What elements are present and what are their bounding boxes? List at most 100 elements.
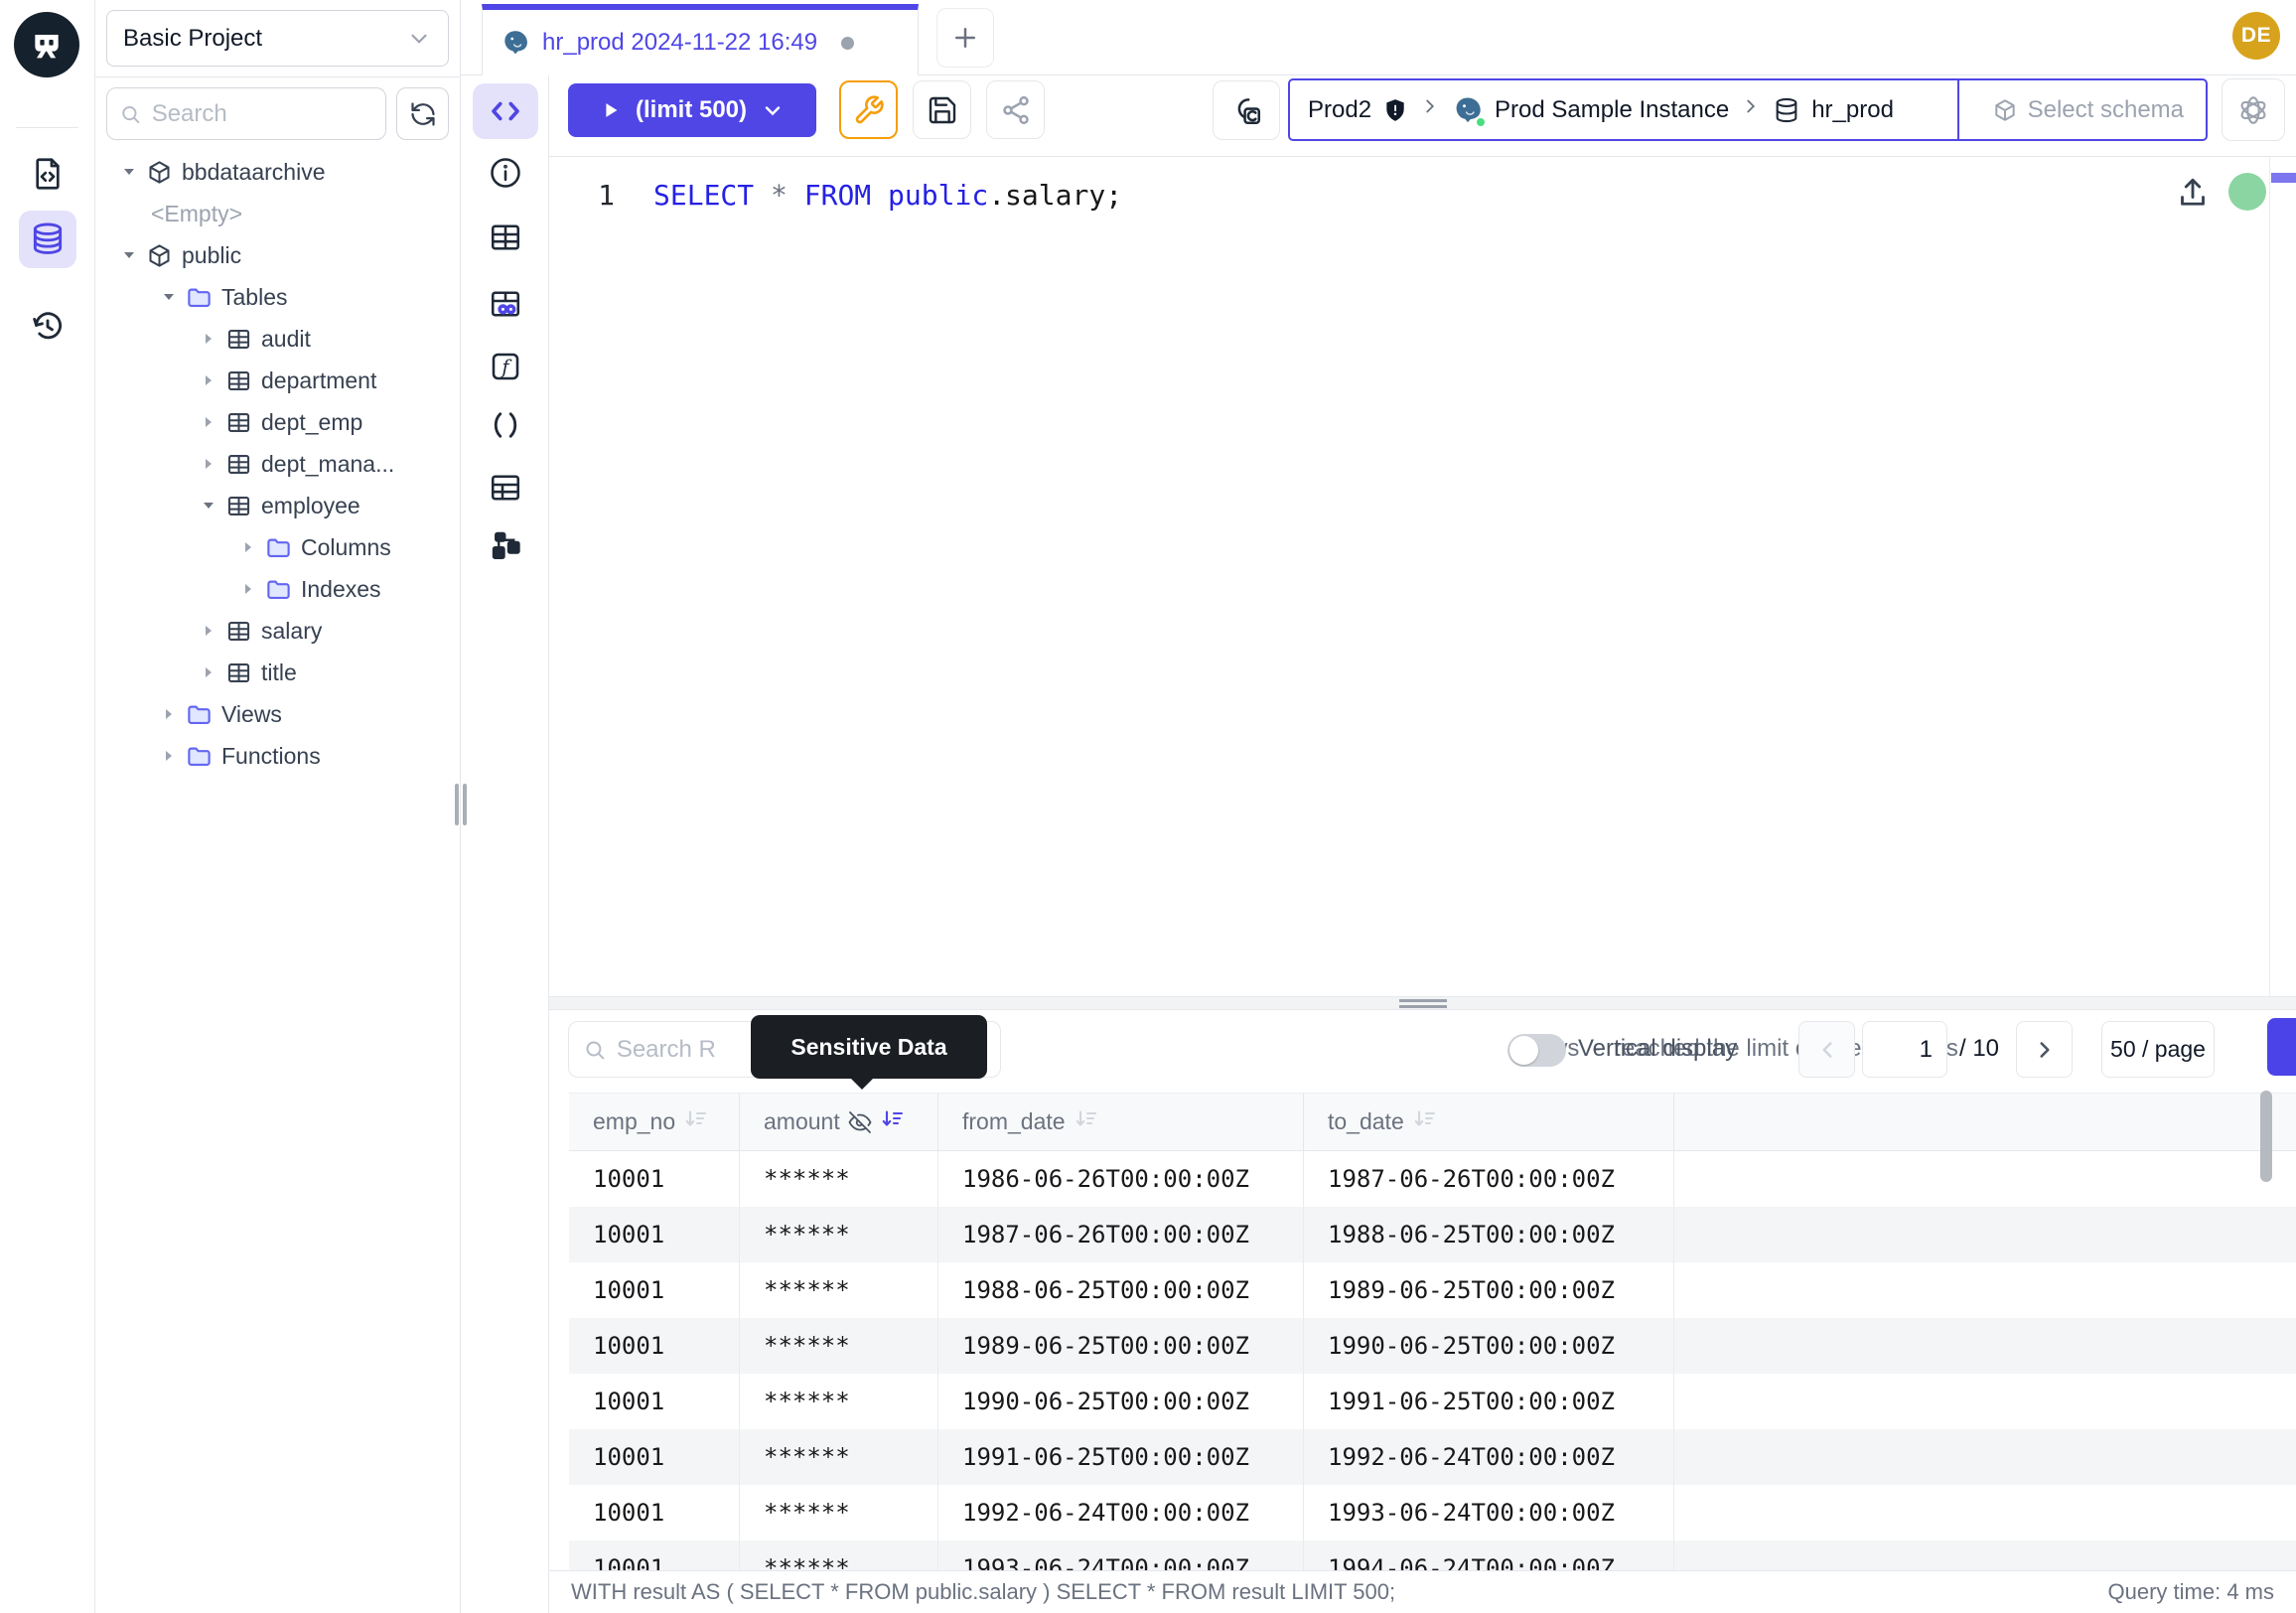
results-scrollbar-thumb[interactable] (2260, 1091, 2272, 1182)
connection-breadcrumb[interactable]: Prod2 Prod Sample Instance hr_prod Selec… (1288, 78, 2208, 141)
vertical-display-toggle[interactable] (1507, 1034, 1566, 1067)
tree-item-label: department (261, 367, 376, 394)
export-button-fragment[interactable] (2267, 1018, 2296, 1076)
column-header-amount[interactable]: amount (740, 1094, 938, 1150)
table-cell: 1992-06-24T00:00:00Z (1304, 1429, 1674, 1485)
tree-item-title[interactable]: title (95, 652, 460, 693)
caret-right-icon[interactable] (201, 456, 216, 472)
column-header-empty[interactable] (1674, 1094, 2296, 1150)
table-cell-filler (1674, 1485, 2296, 1540)
tree-item-functions[interactable]: Functions (95, 735, 460, 777)
tree-item-indexes[interactable]: Indexes (95, 568, 460, 610)
batch-query-button[interactable] (1213, 80, 1280, 140)
table-row[interactable]: 10001******1993-06-24T00:00:00Z1994-06-2… (569, 1540, 2296, 1570)
worksheet-nav-button[interactable] (19, 145, 76, 203)
refresh-schema-button[interactable] (396, 87, 449, 140)
new-tab-button[interactable] (936, 8, 994, 68)
sidebar-search[interactable] (106, 87, 386, 140)
column-header-emp_no[interactable]: emp_no (569, 1094, 740, 1150)
project-selector[interactable]: Basic Project (106, 10, 449, 67)
caret-right-icon[interactable] (201, 623, 216, 639)
tree-item-dept-emp[interactable]: dept_emp (95, 401, 460, 443)
app-rail (0, 0, 95, 1613)
folder-icon (265, 534, 292, 561)
table-row[interactable]: 10001******1990-06-25T00:00:00Z1991-06-2… (569, 1374, 2296, 1429)
sort-icon[interactable] (683, 1107, 709, 1137)
parameters-panel-button[interactable] (487, 406, 524, 444)
format-sql-button[interactable] (839, 80, 898, 139)
masking-panel-button[interactable] (487, 285, 524, 323)
page-size-select[interactable]: 50 / page (2101, 1021, 2215, 1078)
plus-icon (950, 23, 980, 53)
sort-icon[interactable] (1074, 1107, 1099, 1137)
tree-item-department[interactable]: department (95, 360, 460, 401)
caret-down-icon[interactable] (121, 247, 137, 263)
panel-splitter[interactable] (549, 996, 2296, 1010)
table-row[interactable]: 10001******1987-06-26T00:00:00Z1988-06-2… (569, 1207, 2296, 1262)
code-panel-tab[interactable] (473, 83, 538, 139)
table-row[interactable]: 10001******1989-06-25T00:00:00Z1990-06-2… (569, 1318, 2296, 1374)
caret-down-icon[interactable] (161, 289, 177, 305)
table-row[interactable]: 10001******1986-06-26T00:00:00Z1987-06-2… (569, 1151, 2296, 1207)
sort-icon[interactable] (880, 1107, 906, 1137)
sql-code-line[interactable]: SELECT * FROM public.salary; (653, 179, 1122, 212)
sort-icon[interactable] (1412, 1107, 1438, 1137)
tree-item-empty[interactable]: <Empty> (95, 193, 460, 234)
tree-item-columns[interactable]: Columns (95, 526, 460, 568)
sidebar-resize-handle[interactable] (455, 784, 467, 825)
run-query-button[interactable]: (limit 500) (568, 83, 816, 137)
table-row[interactable]: 10001******1992-06-24T00:00:00Z1993-06-2… (569, 1485, 2296, 1540)
tab-hr-prod[interactable]: hr_prod 2024-11-22 16:49 (482, 4, 919, 75)
tree-item-dept-mana[interactable]: dept_mana... (95, 443, 460, 485)
rail-divider (16, 127, 78, 128)
tree-item-views[interactable]: Views (95, 693, 460, 735)
tree-item-bbdataarchive[interactable]: bbdataarchive (95, 151, 460, 193)
table-cell: ****** (740, 1429, 938, 1485)
caret-down-icon[interactable] (201, 498, 216, 513)
user-avatar[interactable]: DE (2232, 12, 2280, 60)
tree-item-tables[interactable]: Tables (95, 276, 460, 318)
editor-overview-ruler (2269, 157, 2270, 996)
table-row[interactable]: 10001******1991-06-25T00:00:00Z1992-06-2… (569, 1429, 2296, 1485)
sidebar-search-input[interactable] (152, 100, 373, 128)
views-panel-button[interactable] (487, 469, 524, 507)
tables-panel-button[interactable] (487, 219, 524, 256)
ai-assistant-button[interactable] (2222, 78, 2285, 141)
table-cell: 1989-06-25T00:00:00Z (1304, 1262, 1674, 1318)
prev-page-button[interactable] (1798, 1021, 1855, 1078)
caret-right-icon[interactable] (201, 414, 216, 430)
caret-right-icon[interactable] (161, 706, 177, 722)
batch-query-icon (1229, 93, 1263, 127)
upload-sql-button[interactable] (2175, 175, 2211, 216)
share-sheet-button[interactable] (986, 80, 1045, 139)
eye-off-icon[interactable] (848, 1110, 872, 1134)
next-page-button[interactable] (2016, 1021, 2073, 1078)
caret-right-icon[interactable] (201, 664, 216, 680)
functions-panel-button[interactable]: f (487, 348, 524, 385)
database-icon (1773, 96, 1800, 124)
caret-right-icon[interactable] (240, 539, 256, 555)
save-sheet-button[interactable] (913, 80, 971, 139)
table-row[interactable]: 10001******1988-06-25T00:00:00Z1989-06-2… (569, 1262, 2296, 1318)
column-header-to_date[interactable]: to_date (1304, 1094, 1674, 1150)
sql-editor[interactable]: 1 SELECT * FROM public.salary; (549, 157, 2296, 996)
schema-selector[interactable]: Select schema (1970, 96, 2206, 124)
column-header-from_date[interactable]: from_date (938, 1094, 1304, 1150)
database-nav-button[interactable] (19, 211, 76, 268)
info-panel-button[interactable] (487, 154, 524, 192)
bytebase-logo[interactable] (14, 12, 79, 77)
tree-item-public[interactable]: public (95, 234, 460, 276)
schema-diagram-icon (488, 527, 523, 563)
page-number-input[interactable] (1862, 1021, 1947, 1078)
caret-right-icon[interactable] (201, 331, 216, 347)
sql-token (754, 179, 771, 212)
history-nav-button[interactable] (19, 298, 76, 356)
tree-item-audit[interactable]: audit (95, 318, 460, 360)
schema-diagram-button[interactable] (487, 526, 524, 564)
caret-right-icon[interactable] (240, 581, 256, 597)
caret-right-icon[interactable] (201, 372, 216, 388)
tree-item-employee[interactable]: employee (95, 485, 460, 526)
caret-down-icon[interactable] (121, 164, 137, 180)
tree-item-salary[interactable]: salary (95, 610, 460, 652)
caret-right-icon[interactable] (161, 748, 177, 764)
